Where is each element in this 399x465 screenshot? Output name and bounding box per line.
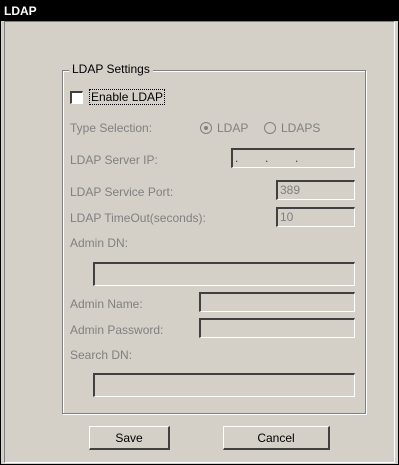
radio-ldaps[interactable] <box>264 122 276 134</box>
admin-dn-input[interactable] <box>93 262 355 286</box>
radio-ldap-label: LDAP <box>217 121 249 135</box>
admin-password-input[interactable] <box>199 318 355 338</box>
save-button[interactable]: Save <box>89 426 170 450</box>
admin-name-label: Admin Name: <box>70 297 143 311</box>
search-dn-input[interactable] <box>93 373 355 397</box>
admin-name-input[interactable] <box>199 292 355 312</box>
server-ip-label: LDAP Server IP: <box>70 153 158 167</box>
timeout-label: LDAP TimeOut(seconds): <box>70 211 206 225</box>
radio-ldaps-label: LDAPS <box>281 121 321 135</box>
search-dn-label: Search DN: <box>70 348 133 362</box>
group-title: LDAP Settings <box>69 62 153 76</box>
type-selection-label: Type Selection: <box>70 121 153 135</box>
radio-ldap[interactable] <box>200 122 212 134</box>
enable-ldap-label[interactable]: Enable LDAP <box>89 89 166 105</box>
admin-password-label: Admin Password: <box>70 323 164 337</box>
service-port-label: LDAP Service Port: <box>70 185 174 199</box>
enable-ldap-checkbox[interactable] <box>70 91 83 104</box>
server-ip-input[interactable]: . . . <box>231 148 355 168</box>
admin-dn-label: Admin DN: <box>70 236 129 250</box>
timeout-input[interactable]: 10 <box>276 207 355 227</box>
window-title: LDAP <box>1 1 398 21</box>
cancel-button[interactable]: Cancel <box>223 426 330 450</box>
radio-selected-dot <box>204 126 208 130</box>
service-port-input[interactable]: 389 <box>276 180 355 200</box>
